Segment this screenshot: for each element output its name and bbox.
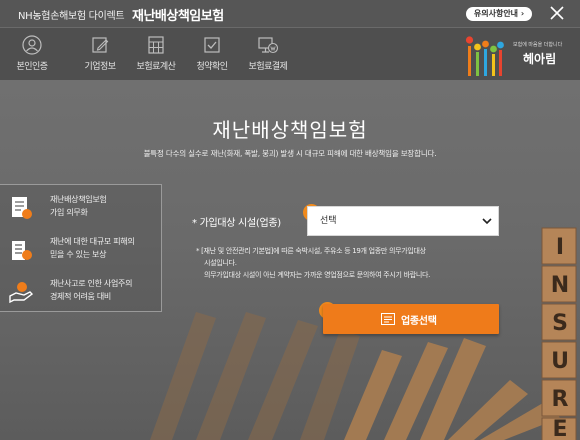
- list-icon: [381, 313, 395, 325]
- select-industry-button[interactable]: 업종선택: [323, 304, 499, 334]
- coin-hand-icon: [9, 282, 34, 304]
- block-letter: R: [552, 387, 569, 412]
- step-identity[interactable]: 본인인증: [4, 34, 60, 78]
- person-icon: [22, 35, 42, 55]
- step-label: 보험료결제: [248, 62, 288, 72]
- note-line: 의무가입대상 시설이 아닌 계약자는 가까운 영업점으로 문의하여 주시기 바랍…: [204, 271, 431, 279]
- info-item-mandatory: 재난배상책임보험 가입 의무화: [8, 193, 158, 223]
- document-icon: [12, 197, 32, 219]
- step-payment[interactable]: 보험료결제: [240, 34, 296, 78]
- select-value: 선택: [320, 216, 337, 226]
- checkbox-icon: [204, 37, 220, 53]
- logo-name: 헤아림: [523, 52, 557, 66]
- page-title: 재난배상책임보험: [132, 9, 224, 24]
- main-subheading: 불특정 다수의 실수로 재난(화재, 폭발, 붕괴) 발생 시 대규모 피해에 …: [143, 149, 437, 158]
- step-premium[interactable]: 보험료계산: [128, 34, 184, 78]
- notice-button[interactable]: 유의사항안내 ›: [466, 7, 532, 21]
- monitor-won-icon: [258, 37, 279, 54]
- block-letter: U: [551, 349, 569, 374]
- main-area: I N S U R E 재난배상책임보험 불특정 다수의 실수로 재난(화재, …: [0, 80, 580, 440]
- facility-type-select[interactable]: 선택: [307, 206, 499, 236]
- info-line: 경제적 어려움 대비: [50, 292, 111, 301]
- block-letter: E: [552, 417, 567, 440]
- block-letter: S: [552, 311, 568, 336]
- info-line: 가입 의무화: [50, 208, 88, 217]
- info-line: 재난사고로 인한 사업주의: [50, 279, 133, 288]
- brand-name: NH농협손해보험 다이렉트: [18, 11, 125, 22]
- step-label: 본인인증: [16, 62, 48, 72]
- info-line: 재난배상책임보험: [50, 195, 107, 204]
- info-panel: 재난배상책임보험 가입 의무화 재난에 대한 대규모 피해의 믿을 수 있는 보…: [0, 184, 162, 312]
- note-line: 시설입니다.: [204, 259, 237, 267]
- info-line: 믿을 수 있는 보상: [50, 250, 107, 259]
- info-line: 재난에 대한 대규모 피해의: [50, 237, 135, 246]
- chevron-down-icon: [482, 218, 492, 225]
- facility-type-label: * 가입대상 시설(업종): [192, 218, 281, 229]
- main-heading: 재난배상책임보험: [212, 118, 368, 142]
- step-company[interactable]: 기업정보: [72, 34, 128, 78]
- step-label: 청약확인: [196, 62, 228, 72]
- step-confirm[interactable]: 청약확인: [184, 34, 240, 78]
- step-label: 기업정보: [84, 62, 116, 72]
- info-item-compensation: 재난에 대한 대규모 피해의 믿을 수 있는 보상: [8, 235, 158, 265]
- note-line: * [재난 및 안전관리 기본법]에 따른 숙박시설, 주유소 등 19개 업종…: [196, 247, 426, 255]
- title-bar: NH농협손해보험 다이렉트 재난배상책임보험 유의사항안내 ›: [0, 0, 580, 28]
- block-letter: I: [556, 235, 564, 260]
- edit-icon: [92, 37, 109, 53]
- step-label: 보험료계산: [136, 62, 176, 72]
- close-icon[interactable]: [548, 4, 566, 22]
- calculator-icon: [148, 36, 164, 54]
- select-industry-label: 업종선택: [401, 316, 437, 327]
- building-icon: [12, 241, 32, 260]
- notice-text: * [재난 및 안전관리 기본법]에 따른 숙박시설, 주유소 등 19개 업종…: [196, 245, 516, 281]
- block-letter: N: [551, 273, 569, 298]
- info-item-economic: 재난사고로 인한 사업주의 경제적 어려움 대비: [8, 277, 158, 307]
- heyarim-logo: [465, 36, 504, 76]
- logo-tagline: 보험에 마음을 더합니다: [513, 42, 563, 48]
